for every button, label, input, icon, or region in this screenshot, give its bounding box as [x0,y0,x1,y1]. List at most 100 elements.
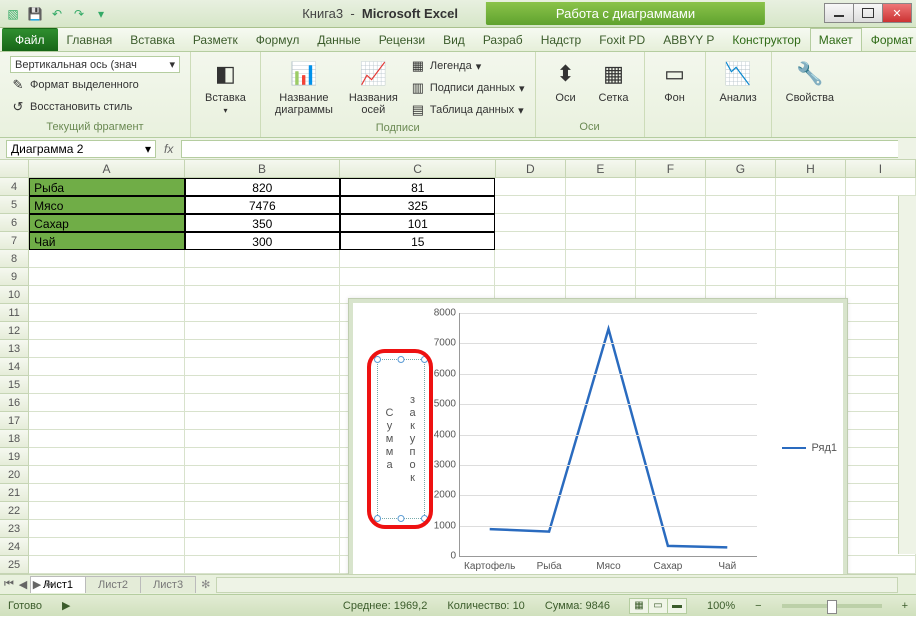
row-header[interactable]: 12 [0,322,29,340]
row-header[interactable]: 14 [0,358,29,376]
cell[interactable] [185,430,340,448]
cell[interactable] [636,250,706,268]
tab-конструктор[interactable]: Конструктор [723,28,809,51]
tab-вставка[interactable]: Вставка [121,28,184,51]
tab-foxit pd[interactable]: Foxit PD [590,28,654,51]
cell[interactable] [636,196,706,214]
cell[interactable] [185,322,340,340]
cell[interactable] [29,412,184,430]
tab-вид[interactable]: Вид [434,28,474,51]
cell[interactable]: Чай [29,232,184,250]
axis-titles-button[interactable]: 📈Названия осей [345,56,402,118]
row-header[interactable]: 11 [0,304,29,322]
row-header[interactable]: 21 [0,484,29,502]
cell[interactable] [706,178,776,196]
cell[interactable] [495,232,565,250]
qat-dropdown-icon[interactable]: ▾ [92,5,110,23]
tab-надстр[interactable]: Надстр [532,28,591,51]
legend-button[interactable]: ▦Легенда ▾ [410,56,525,76]
cell[interactable] [776,268,846,286]
grid[interactable]: 4Рыба820815Мясо74763256Сахар3501017Чай30… [0,178,916,574]
column-header[interactable]: B [185,160,341,177]
cell[interactable] [340,268,495,286]
tab-разметк[interactable]: Разметк [184,28,247,51]
cell[interactable] [566,178,636,196]
cell[interactable] [29,268,184,286]
cell[interactable]: 7476 [185,196,340,214]
row-header[interactable]: 5 [0,196,29,214]
row-header[interactable]: 17 [0,412,29,430]
formula-input[interactable] [181,140,898,158]
row-header[interactable]: 15 [0,376,29,394]
cell[interactable] [495,214,565,232]
chart-legend[interactable]: Ряд1 [782,442,837,454]
cell[interactable] [636,214,706,232]
tab-макет[interactable]: Макет [810,28,862,51]
cell[interactable] [566,268,636,286]
row-header[interactable]: 19 [0,448,29,466]
row-header[interactable]: 23 [0,520,29,538]
tab-abbyy p[interactable]: ABBYY P [654,28,723,51]
format-selection-button[interactable]: ✎Формат выделенного [10,75,180,95]
insert-button[interactable]: ◧Вставка▾ [201,56,250,117]
cell[interactable] [29,340,184,358]
name-box[interactable]: Диаграмма 2▾ [6,140,156,158]
cell[interactable] [29,448,184,466]
row-header[interactable]: 25 [0,556,29,574]
macro-record-icon[interactable]: ▶ [62,599,70,612]
tab-рецензи[interactable]: Рецензи [370,28,434,51]
cell[interactable]: 820 [185,178,340,196]
cell[interactable]: 300 [185,232,340,250]
zoom-slider[interactable] [782,604,882,608]
cell[interactable] [185,376,340,394]
column-header[interactable]: H [776,160,846,177]
cell[interactable] [29,484,184,502]
chart-element-dropdown[interactable]: Вертикальная ось (знач▾ [10,56,180,73]
sheet-nav[interactable]: ⏮◀▶⏭ [2,578,58,591]
cell[interactable] [706,196,776,214]
tab-разраб[interactable]: Разраб [474,28,532,51]
column-header[interactable]: A [29,160,185,177]
cell[interactable] [846,556,916,574]
new-sheet-icon[interactable]: ✻ [195,578,216,591]
cell[interactable] [29,304,184,322]
cell[interactable] [185,412,340,430]
cell[interactable] [185,394,340,412]
analysis-button[interactable]: 📉Анализ [716,56,761,106]
vertical-scrollbar[interactable] [898,196,916,554]
cell[interactable] [29,538,184,556]
background-button[interactable]: ▭Фон [655,56,695,106]
tab-file[interactable]: Файл [2,28,58,51]
cell[interactable] [495,196,565,214]
column-header[interactable]: I [846,160,916,177]
cell[interactable] [185,484,340,502]
cell[interactable] [566,232,636,250]
tab-главная[interactable]: Главная [58,28,122,51]
column-header[interactable]: G [706,160,776,177]
cell[interactable] [185,520,340,538]
cell[interactable] [185,340,340,358]
cell[interactable] [185,286,340,304]
cell[interactable] [706,268,776,286]
cell[interactable] [29,286,184,304]
cell[interactable]: 81 [340,178,495,196]
cell[interactable] [185,502,340,520]
cell[interactable] [706,214,776,232]
cell[interactable] [776,196,846,214]
cell[interactable] [185,304,340,322]
fx-label[interactable]: fx [156,142,181,156]
reset-style-button[interactable]: ↺Восстановить стиль [10,97,180,117]
gridlines-button[interactable]: ▦Сетка [594,56,634,106]
maximize-button[interactable] [853,3,883,23]
cell[interactable]: 101 [340,214,495,232]
row-header[interactable]: 24 [0,538,29,556]
cell[interactable] [776,214,846,232]
cell[interactable] [776,250,846,268]
cell[interactable] [636,268,706,286]
row-header[interactable]: 10 [0,286,29,304]
cell[interactable] [29,394,184,412]
cell[interactable] [29,430,184,448]
save-icon[interactable]: 💾 [26,5,44,23]
data-labels-button[interactable]: ▥Подписи данных ▾ [410,78,525,98]
y-axis-title[interactable]: Сумма закупок [377,359,425,519]
